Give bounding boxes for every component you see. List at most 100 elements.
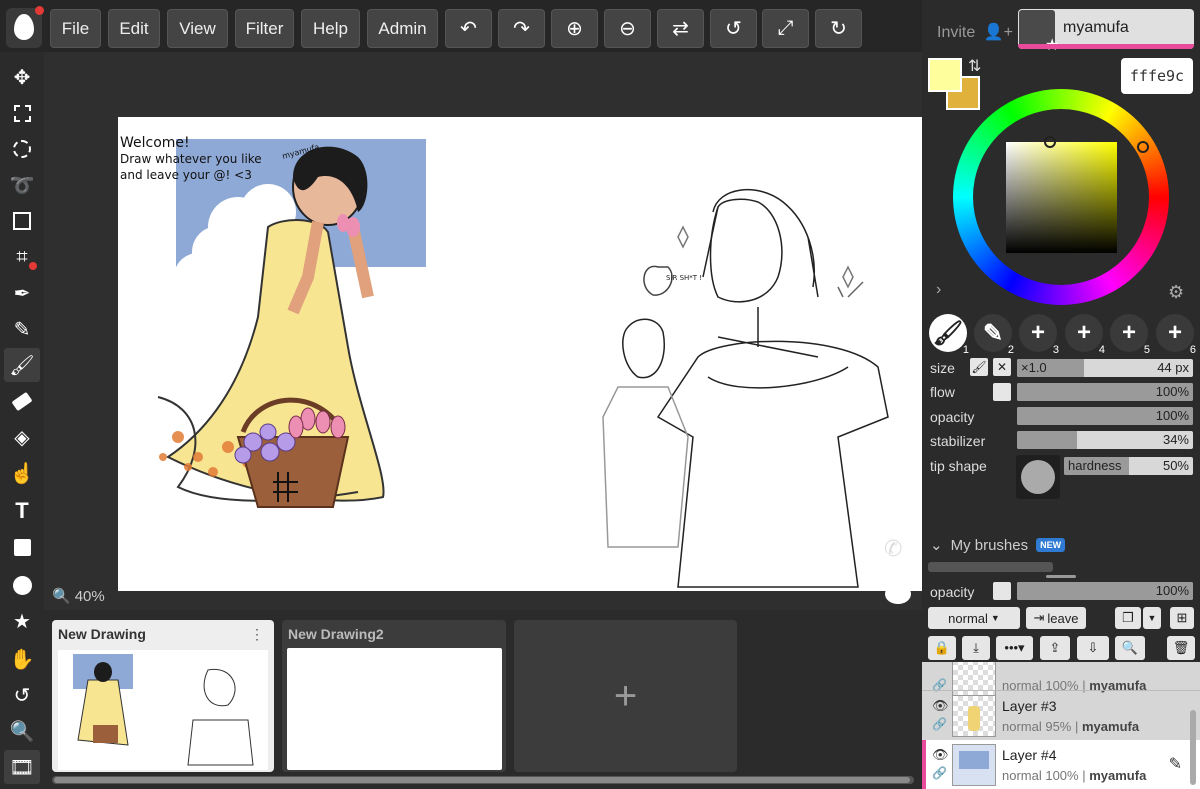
duplicate-layer-button[interactable]: ❐ xyxy=(1115,607,1141,629)
transform-tool[interactable] xyxy=(4,204,40,238)
hue-handle[interactable] xyxy=(1137,141,1149,153)
smudge-tool[interactable]: ☝ xyxy=(4,456,40,490)
brush-tool[interactable]: 🖌 xyxy=(4,348,40,382)
transform-icon xyxy=(13,212,31,230)
zoom-tool[interactable]: 🔍 xyxy=(4,714,40,748)
import-button[interactable]: ⇪ xyxy=(1040,636,1070,660)
size-pressure-toggle[interactable]: 🖌 xyxy=(970,358,988,376)
more-options-button[interactable]: •••▾ xyxy=(996,636,1033,660)
brush-slot-1[interactable]: 🖌 1 xyxy=(929,314,969,356)
drawing-card-2[interactable]: New Drawing2 xyxy=(282,620,506,772)
fullscreen-button[interactable]: ⤢ xyxy=(762,9,809,48)
flip-button[interactable]: ⇄ xyxy=(657,9,704,48)
layer-opacity-toggle[interactable] xyxy=(993,582,1011,600)
opacity-slider[interactable]: 100% xyxy=(1017,407,1193,425)
eye-icon[interactable]: 👁 xyxy=(932,698,949,714)
resize-handle[interactable] xyxy=(1046,575,1076,578)
layer-row-selected[interactable]: 👁 🔗 Layer #4 normal 100% | myamufa ✎ xyxy=(922,740,1200,789)
rotate-left-button[interactable]: ↺ xyxy=(710,9,757,48)
rotate-right-button[interactable]: ↻ xyxy=(815,9,862,48)
flow-toggle[interactable] xyxy=(993,383,1011,401)
drawing-card-1[interactable]: New Drawing ⋮ xyxy=(52,620,274,772)
layers-scrollbar[interactable] xyxy=(1190,710,1196,785)
menu-admin[interactable]: Admin xyxy=(367,9,438,48)
duplicate-options-button[interactable]: ▼ xyxy=(1143,607,1161,629)
hand-tool[interactable]: ✋ xyxy=(4,642,40,676)
new-badge: NEW xyxy=(1036,538,1066,552)
chevron-right-icon[interactable]: › xyxy=(936,281,941,299)
my-brushes-toggle[interactable]: ⌄ My brushes NEW xyxy=(930,536,1066,554)
undo-button[interactable]: ↶ xyxy=(445,9,492,48)
layer-opacity-slider[interactable]: 100% xyxy=(1017,582,1193,600)
layer-row[interactable]: 👁 🔗 Layer #3 normal 95% | myamufa xyxy=(922,690,1200,740)
layer-link-icon[interactable]: 🔗 xyxy=(932,766,947,780)
brush-slot-4[interactable]: +4 xyxy=(1065,314,1105,356)
magnifier-icon: 🔍 xyxy=(52,588,71,605)
brush-slot-3[interactable]: +3 xyxy=(1019,314,1059,356)
blend-mode-select[interactable]: normal ▼ xyxy=(928,607,1020,629)
primary-color-swatch[interactable] xyxy=(928,58,962,92)
zoom-in-button[interactable]: ⊕ xyxy=(551,9,598,48)
ellipse-select-tool[interactable] xyxy=(4,132,40,166)
eye-icon[interactable]: 👁 xyxy=(932,747,949,763)
brush-slot-5[interactable]: +5 xyxy=(1110,314,1150,356)
app-logo[interactable] xyxy=(6,6,44,48)
brush-slot-6[interactable]: +6 xyxy=(1156,314,1196,356)
lasso-tool[interactable]: ➰ xyxy=(4,168,40,202)
rect-select-tool[interactable] xyxy=(4,96,40,130)
timeline-tool[interactable]: 🎞 xyxy=(4,750,40,784)
hardness-slider[interactable]: hardness 50% xyxy=(1064,457,1193,475)
menu-help[interactable]: Help xyxy=(301,9,360,48)
search-layers-button[interactable]: 🔍 xyxy=(1115,636,1145,660)
rotate-view-tool[interactable]: ↺ xyxy=(4,678,40,712)
export-button[interactable]: ⇩ xyxy=(1077,636,1109,660)
menu-view[interactable]: View xyxy=(167,9,228,48)
invite-button[interactable]: Invite 👤+ xyxy=(937,22,1013,42)
saturation-value-square[interactable] xyxy=(1006,136,1117,253)
text-tool[interactable]: T xyxy=(4,494,40,528)
new-drawing-button[interactable]: + xyxy=(514,620,737,772)
layer-link-icon[interactable]: 🔗 xyxy=(932,717,947,731)
menu-file[interactable]: File xyxy=(50,9,101,48)
call-icon[interactable]: ✆ xyxy=(884,536,902,562)
size-slider[interactable]: ×1.0 44 px xyxy=(1017,359,1193,377)
more-vertical-icon[interactable]: ⋮ xyxy=(250,626,264,643)
zoom-out-button[interactable]: ⊖ xyxy=(604,9,651,48)
redo-button[interactable]: ↷ xyxy=(498,9,545,48)
zoom-indicator[interactable]: 🔍 40% xyxy=(52,587,105,606)
tip-shape-preview[interactable] xyxy=(1016,455,1060,499)
pencil-icon[interactable]: ✎ xyxy=(1169,754,1182,774)
menu-filter[interactable]: Filter xyxy=(235,9,294,48)
brush-slot-2[interactable]: ✎ 2 xyxy=(974,314,1014,356)
menu-edit[interactable]: Edit xyxy=(108,9,160,48)
sv-handle[interactable] xyxy=(1044,136,1056,148)
lock-layer-button[interactable]: 🔒 xyxy=(928,636,956,660)
drawings-scrollbar[interactable] xyxy=(52,776,914,784)
pencil-tool[interactable]: ✎ xyxy=(4,312,40,346)
add-square-icon: ⊞ xyxy=(1176,610,1188,625)
size-close-toggle[interactable]: ✕ xyxy=(993,358,1011,376)
drawing-canvas[interactable]: Welcome! Draw whatever you like and leav… xyxy=(118,117,922,591)
chat-icon[interactable] xyxy=(885,584,911,604)
eraser-tool[interactable] xyxy=(4,384,40,418)
swap-colors-icon[interactable]: ⇅ xyxy=(968,56,981,76)
delete-layer-button[interactable]: 🗑 xyxy=(1167,636,1195,660)
scrollbar-thumb[interactable] xyxy=(54,777,910,783)
rectangle-tool[interactable] xyxy=(4,530,40,564)
flow-slider[interactable]: 100% xyxy=(1017,383,1193,401)
leave-button[interactable]: ⇥ leave xyxy=(1026,607,1086,629)
circle-tool[interactable] xyxy=(4,568,40,602)
bucket-tool[interactable]: ◈ xyxy=(4,420,40,454)
hex-color-input[interactable]: fffe9c xyxy=(1121,58,1193,94)
user-chip[interactable]: ★ myamufa xyxy=(1018,9,1194,54)
merge-down-button[interactable]: ⤓ xyxy=(962,636,990,660)
crop-tool[interactable]: ⌗ xyxy=(4,240,40,274)
add-layer-button[interactable]: ⊞ xyxy=(1170,607,1194,629)
eyedropper-tool[interactable]: ✒ xyxy=(4,276,40,310)
stabilizer-slider[interactable]: 34% xyxy=(1017,431,1193,449)
brush-list-strip[interactable] xyxy=(928,562,1053,572)
caret-down-icon: ▼ xyxy=(1147,613,1157,623)
star-tool[interactable]: ★ xyxy=(4,604,40,638)
gear-icon[interactable]: ⚙ xyxy=(1168,282,1184,303)
move-tool[interactable]: ✥ xyxy=(4,60,40,94)
